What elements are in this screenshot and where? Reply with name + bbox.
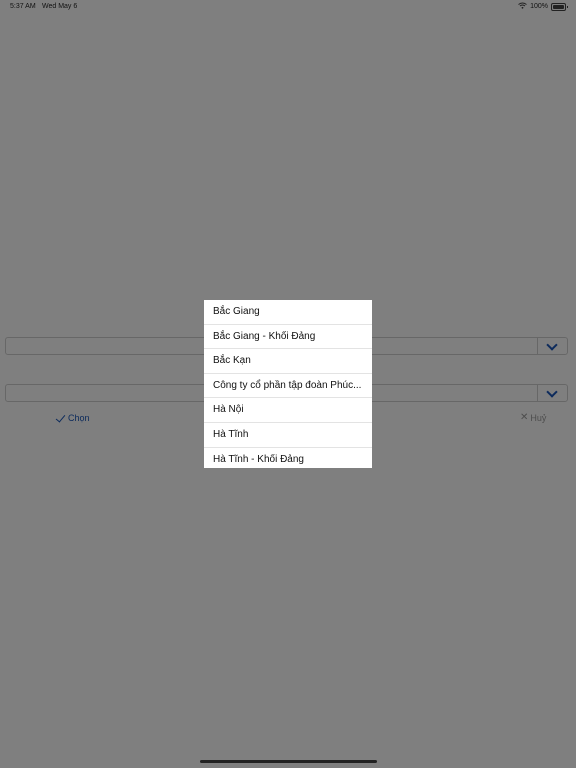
status-date: Wed May 6 bbox=[42, 3, 78, 10]
status-right: 100% bbox=[518, 2, 568, 11]
status-time: 5:37 AM bbox=[10, 3, 36, 10]
picker-item[interactable]: Công ty cổ phần tập đoàn Phúc... bbox=[204, 374, 372, 399]
picker-item[interactable]: Hà Tĩnh bbox=[204, 423, 372, 448]
picker-item[interactable]: Bắc Giang bbox=[204, 300, 372, 325]
picker-item[interactable]: Bắc Kạn bbox=[204, 349, 372, 374]
status-bar: 5:37 AM Wed May 6 100% bbox=[0, 0, 576, 14]
battery-icon bbox=[551, 2, 568, 11]
picker-list[interactable]: Bắc Giang Bắc Giang - Khối Đảng Bắc Kạn … bbox=[204, 300, 372, 468]
picker-item[interactable]: Bắc Giang - Khối Đảng bbox=[204, 325, 372, 350]
battery-text: 100% bbox=[530, 3, 548, 10]
wifi-icon bbox=[518, 2, 527, 11]
home-indicator[interactable] bbox=[200, 760, 377, 763]
screen: 5:37 AM Wed May 6 100% Chọn ✕ bbox=[0, 0, 576, 768]
picker-item[interactable]: Hà Nội bbox=[204, 398, 372, 423]
picker-item[interactable]: Hà Tĩnh - Khối Đảng bbox=[204, 448, 372, 468]
